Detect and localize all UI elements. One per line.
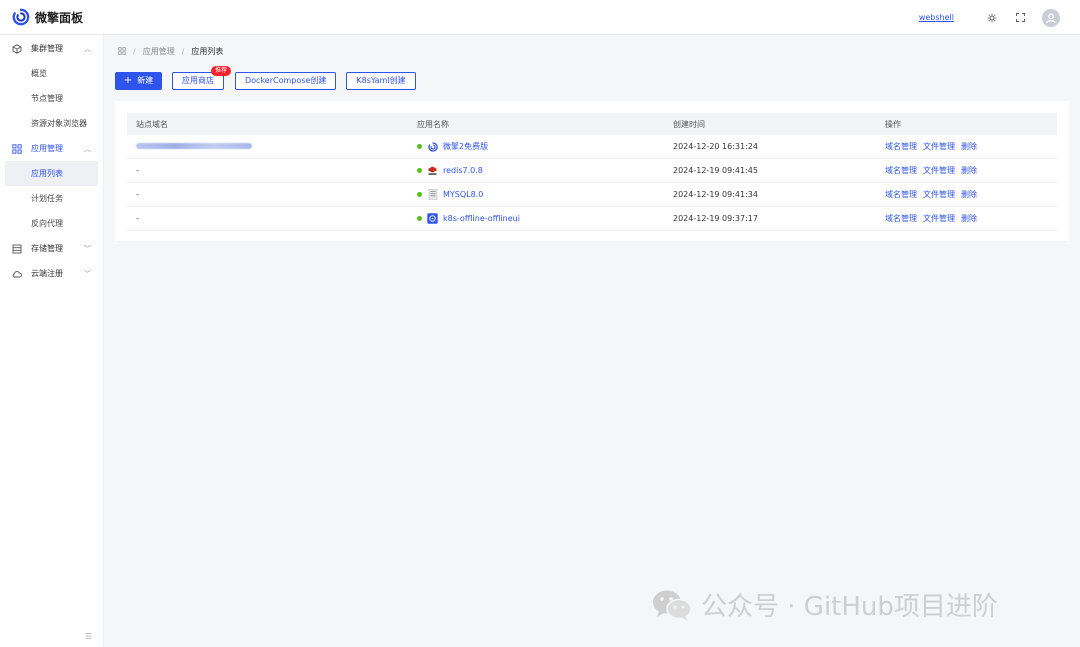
w7-icon [427,141,438,152]
sidebar-item-resource-browser[interactable]: 资源对象浏览器 [0,111,103,136]
new-app-button[interactable]: + 新建 [115,71,162,90]
file-manage-link[interactable]: 文件管理 [923,141,955,152]
app-store-label: 应用商店 [182,76,214,85]
header-actions: 操作 [885,119,901,129]
sidebar-group-label: 存储管理 [31,244,63,253]
wechat-icon [653,590,692,621]
watermark-text: 公众号 · GitHub项目进阶 [701,592,998,622]
breadcrumb-separator: / [133,47,136,56]
chevron-down-icon: ﹀ [84,245,91,253]
toolbar: + 新建 应用商店 推荐 DockerCompose创建 K8sYaml创建 [115,65,426,90]
status-dot [417,192,422,197]
cube-icon [12,43,22,54]
domain-cell: - [136,190,139,199]
chevron-down-icon: ﹀ [84,270,91,278]
delete-link[interactable]: 删除 [961,165,977,176]
storage-icon [12,244,22,254]
sidebar-item-nodes[interactable]: 节点管理 [0,86,103,111]
chevron-up-icon: ︿ [84,145,91,153]
table-header: 站点域名 应用名称 创建时间 操作 [127,113,1057,135]
mysql-icon [427,189,438,200]
domain-manage-link[interactable]: 域名管理 [885,213,917,224]
status-dot [417,216,422,221]
sidebar-group-cloud[interactable]: 云端注册 ﹀ [0,261,103,286]
collapse-icon[interactable]: ☰ [85,632,92,641]
header-app-name: 应用名称 [417,119,449,129]
app-store-button[interactable]: 应用商店 推荐 [172,65,231,90]
brand[interactable]: 微擎面板 [12,8,83,26]
header-created: 创建时间 [673,119,705,129]
app-name-link[interactable]: redis7.0.8 [443,166,483,175]
app-table: 站点域名 应用名称 创建时间 操作 微擎2免费版 2024-12-20 16:3… [127,113,1057,231]
brand-logo-icon [12,8,30,26]
table-row: - redis7.0.8 2024-12-19 09:41:45 域名管理 文件… [127,159,1057,183]
grid-icon[interactable] [118,46,126,57]
app-name-link[interactable]: k8s-offline-offlineui [443,214,520,223]
fullscreen-icon[interactable] [1012,10,1028,26]
sun-icon[interactable] [984,10,1000,26]
webshell-link[interactable]: webshell [919,13,954,22]
grid-icon [12,143,22,154]
sidebar-group-storage[interactable]: 存储管理 ﹀ [0,236,103,261]
delete-link[interactable]: 删除 [961,141,977,152]
app-name-link[interactable]: MYSQL8.0 [443,190,483,199]
sidebar-group-label: 应用管理 [31,144,63,153]
breadcrumb-item-current: 应用列表 [191,47,224,56]
status-dot [417,168,422,173]
sidebar: 集群管理 ︿ 概览 节点管理 资源对象浏览器 应用管理 ︿ 应用列表 计划任务 … [0,35,104,647]
domain-manage-link[interactable]: 域名管理 [885,165,917,176]
app-name: 微擎面板 [35,10,84,25]
sidebar-group-cluster[interactable]: 集群管理 ︿ [0,36,103,61]
status-dot [417,144,422,149]
domain-manage-link[interactable]: 域名管理 [885,141,917,152]
redis-icon [427,165,438,176]
recommend-badge: 推荐 [210,65,231,76]
created-time: 2024-12-20 16:31:24 [673,142,758,151]
file-manage-link[interactable]: 文件管理 [923,213,955,224]
app-name-link[interactable]: 微擎2免费版 [443,141,488,152]
header-domain: 站点域名 [136,119,168,129]
domain-cell[interactable] [127,142,417,151]
new-app-label: 新建 [137,76,154,85]
user-avatar-icon[interactable] [1042,8,1060,27]
top-header: 微擎面板 webshell [0,0,1080,35]
table-row: - k8s-offline-offlineui 2024-12-19 09:37… [127,207,1057,231]
created-time: 2024-12-19 09:41:34 [673,190,758,199]
sidebar-group-label: 云端注册 [31,269,63,278]
file-manage-link[interactable]: 文件管理 [923,165,955,176]
created-time: 2024-12-19 09:37:17 [673,214,758,223]
table-row: - MYSQL8.0 2024-12-19 09:41:34 域名管理 文件管理… [127,183,1057,207]
delete-link[interactable]: 删除 [961,189,977,200]
breadcrumb-item-apps[interactable]: 应用管理 [143,46,175,57]
domain-manage-link[interactable]: 域名管理 [885,189,917,200]
breadcrumb: / 应用管理 / 应用列表 [118,46,223,57]
k8s-yaml-button[interactable]: K8sYaml创建 [346,71,416,90]
delete-link[interactable]: 删除 [961,213,977,224]
table-row: 微擎2免费版 2024-12-20 16:31:24 域名管理 文件管理 删除 [127,135,1057,159]
watermark: 公众号 · GitHub项目进阶 [651,586,998,623]
created-time: 2024-12-19 09:41:45 [673,166,758,175]
app-table-panel: 站点域名 应用名称 创建时间 操作 微擎2免费版 2024-12-20 16:3… [115,101,1069,241]
sidebar-item-reverse-proxy[interactable]: 反向代理 [0,211,103,236]
breadcrumb-separator: / [181,47,185,56]
domain-cell: - [136,166,139,175]
chevron-up-icon: ︿ [84,45,91,53]
plus-icon: + [123,75,133,86]
sidebar-group-label: 集群管理 [31,44,63,53]
k8s-icon [427,213,438,224]
sidebar-item-cron[interactable]: 计划任务 [0,186,103,211]
file-manage-link[interactable]: 文件管理 [923,189,955,200]
sidebar-item-app-list[interactable]: 应用列表 [5,161,98,186]
sidebar-group-apps[interactable]: 应用管理 ︿ [0,136,103,161]
docker-compose-button[interactable]: DockerCompose创建 [235,71,337,90]
cloud-icon [12,269,22,279]
blurred-domain[interactable] [136,143,252,149]
sidebar-item-overview[interactable]: 概览 [0,61,103,86]
domain-cell: - [136,214,139,223]
